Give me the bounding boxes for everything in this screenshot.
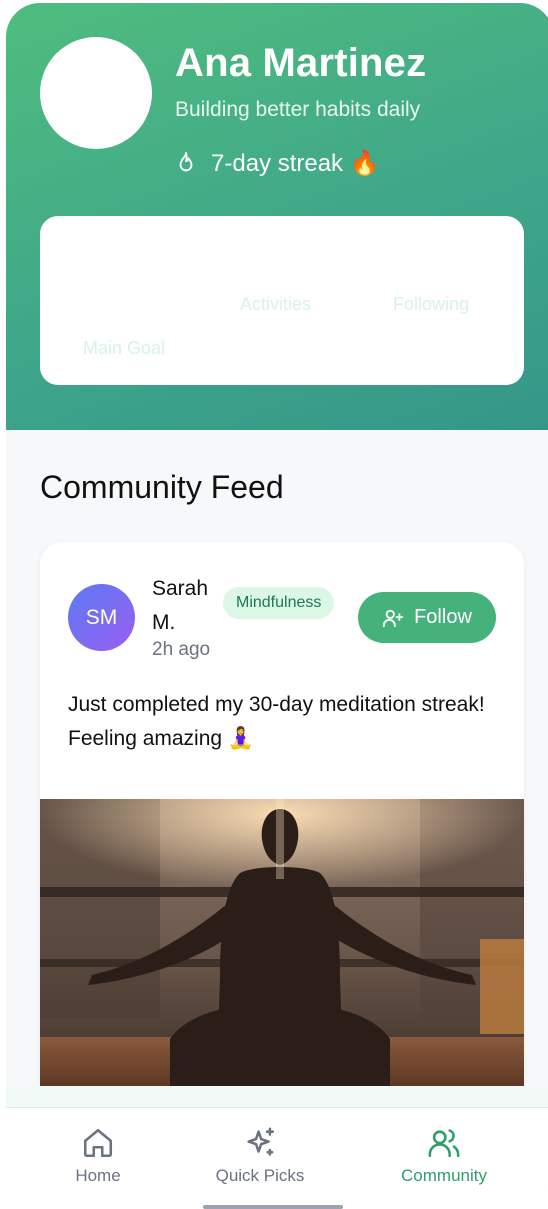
bottom-nav: Home Quick Picks Community xyxy=(6,1107,548,1199)
nav-label-community: Community xyxy=(401,1166,487,1185)
app-screen: Ana Martinez Building better habits dail… xyxy=(6,3,548,1199)
follow-label: Follow xyxy=(414,606,472,628)
nav-divider-strip xyxy=(6,1086,548,1107)
follow-button[interactable]: Follow xyxy=(358,592,496,643)
profile-name: Ana Martinez xyxy=(175,41,427,85)
nav-item-quick-picks[interactable]: Quick Picks xyxy=(185,1126,335,1186)
profile-tagline: Building better habits daily xyxy=(175,98,421,121)
user-plus-icon xyxy=(383,609,404,627)
home-indicator xyxy=(203,1205,343,1209)
nav-label-home: Home xyxy=(75,1166,121,1185)
post-author-avatar[interactable]: SM xyxy=(68,584,135,651)
post-card: SM Sarah M. 2h ago Mindfulness Follow Ju… xyxy=(40,542,524,1142)
nav-label-quick-picks: Quick Picks xyxy=(215,1166,305,1185)
main-goal-label[interactable]: Main Goal xyxy=(83,338,165,359)
users-icon xyxy=(428,1129,460,1158)
sparkles-icon xyxy=(247,1127,275,1156)
streak-text: 7-day streak 🔥 xyxy=(211,150,380,177)
profile-avatar[interactable] xyxy=(40,37,152,149)
post-text: Just completed my 30-day meditation stre… xyxy=(68,693,485,750)
meditation-photo xyxy=(40,799,524,1089)
category-tag[interactable]: Mindfulness xyxy=(223,587,335,619)
streak-indicator: 7-day streak 🔥 xyxy=(175,149,380,178)
post-author-name[interactable]: Sarah M. xyxy=(152,572,222,640)
nav-item-community[interactable]: Community xyxy=(369,1126,519,1186)
feed-title: Community Feed xyxy=(40,469,284,505)
post-timestamp: 2h ago xyxy=(152,639,211,660)
stats-card: Activities Following Main Goal xyxy=(40,216,524,385)
flame-icon xyxy=(179,151,193,171)
activities-label[interactable]: Activities xyxy=(240,294,311,315)
following-label[interactable]: Following xyxy=(393,294,469,315)
profile-header: Ana Martinez Building better habits dail… xyxy=(6,3,548,430)
home-icon xyxy=(83,1128,113,1158)
nav-item-home[interactable]: Home xyxy=(23,1126,173,1186)
post-image[interactable] xyxy=(40,799,524,1089)
